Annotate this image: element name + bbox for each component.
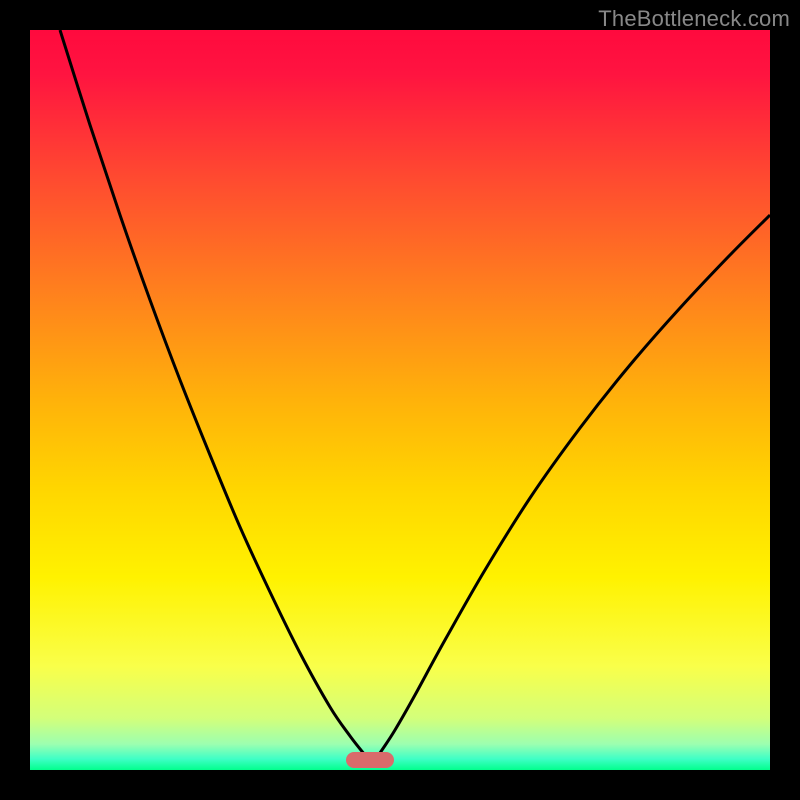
gradient-background [30, 30, 770, 770]
bottom-marker [346, 752, 394, 768]
outer-frame: TheBottleneck.com [0, 0, 800, 800]
watermark-text: TheBottleneck.com [598, 6, 790, 32]
plot-area [30, 30, 770, 770]
plot-svg [30, 30, 770, 770]
